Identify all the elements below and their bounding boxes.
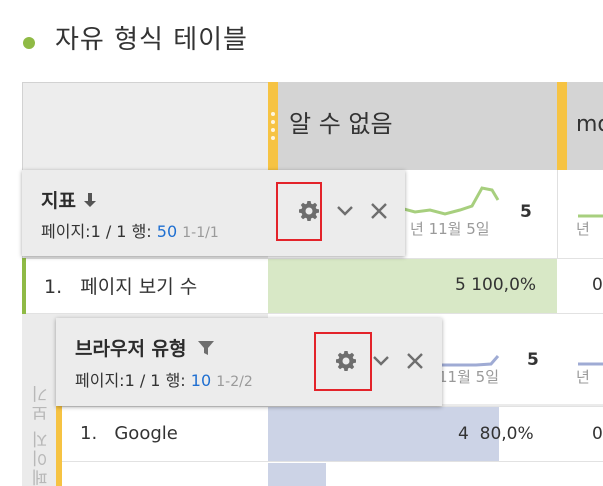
page-title: 자유 형식 테이블 <box>55 25 248 55</box>
sparkline-date: 년 <box>576 368 590 386</box>
table-row[interactable] <box>56 462 603 486</box>
row-label: 1. 페이지 보기 수 <box>44 276 198 298</box>
sparkline-date: 11월 5일 <box>438 368 499 386</box>
sparkline-date: 년 11월 5일 <box>410 220 490 238</box>
gear-icon[interactable] <box>333 349 359 378</box>
sparkline <box>400 186 500 216</box>
sparkline-date: 년 <box>576 220 590 238</box>
chevron-down-icon[interactable] <box>370 351 392 376</box>
column-total: 5 <box>520 202 532 222</box>
column-title: mo <box>576 112 603 137</box>
value-bar <box>268 463 326 486</box>
gear-icon[interactable] <box>296 199 322 228</box>
row-accent <box>22 258 26 314</box>
row-value-truncated: 0 <box>592 424 603 444</box>
rows-per-page-link[interactable]: 10 <box>191 371 211 390</box>
arrow-down-icon[interactable] <box>83 192 97 208</box>
bullet-dot <box>23 37 35 49</box>
filter-icon[interactable] <box>197 339 215 357</box>
row-accent <box>56 406 62 462</box>
pagination-info: 페이지:1 / 1 행: 10 1-2/2 <box>75 371 253 390</box>
chevron-down-icon[interactable] <box>334 201 356 226</box>
row-value-truncated: 0 <box>592 275 603 295</box>
panel-title: 브라우저 유형 <box>75 334 215 361</box>
row-label: 1. Google <box>80 423 178 444</box>
close-icon[interactable] <box>404 351 426 376</box>
rows-per-page-link[interactable]: 50 <box>157 222 177 241</box>
row-value: 4 80,0% <box>458 424 534 444</box>
column-drag-handle[interactable] <box>557 82 567 170</box>
row-value: 5 100,0% <box>455 275 537 295</box>
close-icon[interactable] <box>368 201 390 226</box>
column-drag-handle[interactable] <box>268 82 278 170</box>
panel-title: 지표 <box>41 186 97 213</box>
vertical-dimension-label: 페이지 보기 수 <box>32 383 77 486</box>
pagination-info: 페이지:1 / 1 행: 50 1-1/1 <box>41 222 219 241</box>
row-accent <box>56 462 62 486</box>
column-total: 5 <box>527 350 539 370</box>
column-title: 알 수 없음 <box>289 110 393 138</box>
